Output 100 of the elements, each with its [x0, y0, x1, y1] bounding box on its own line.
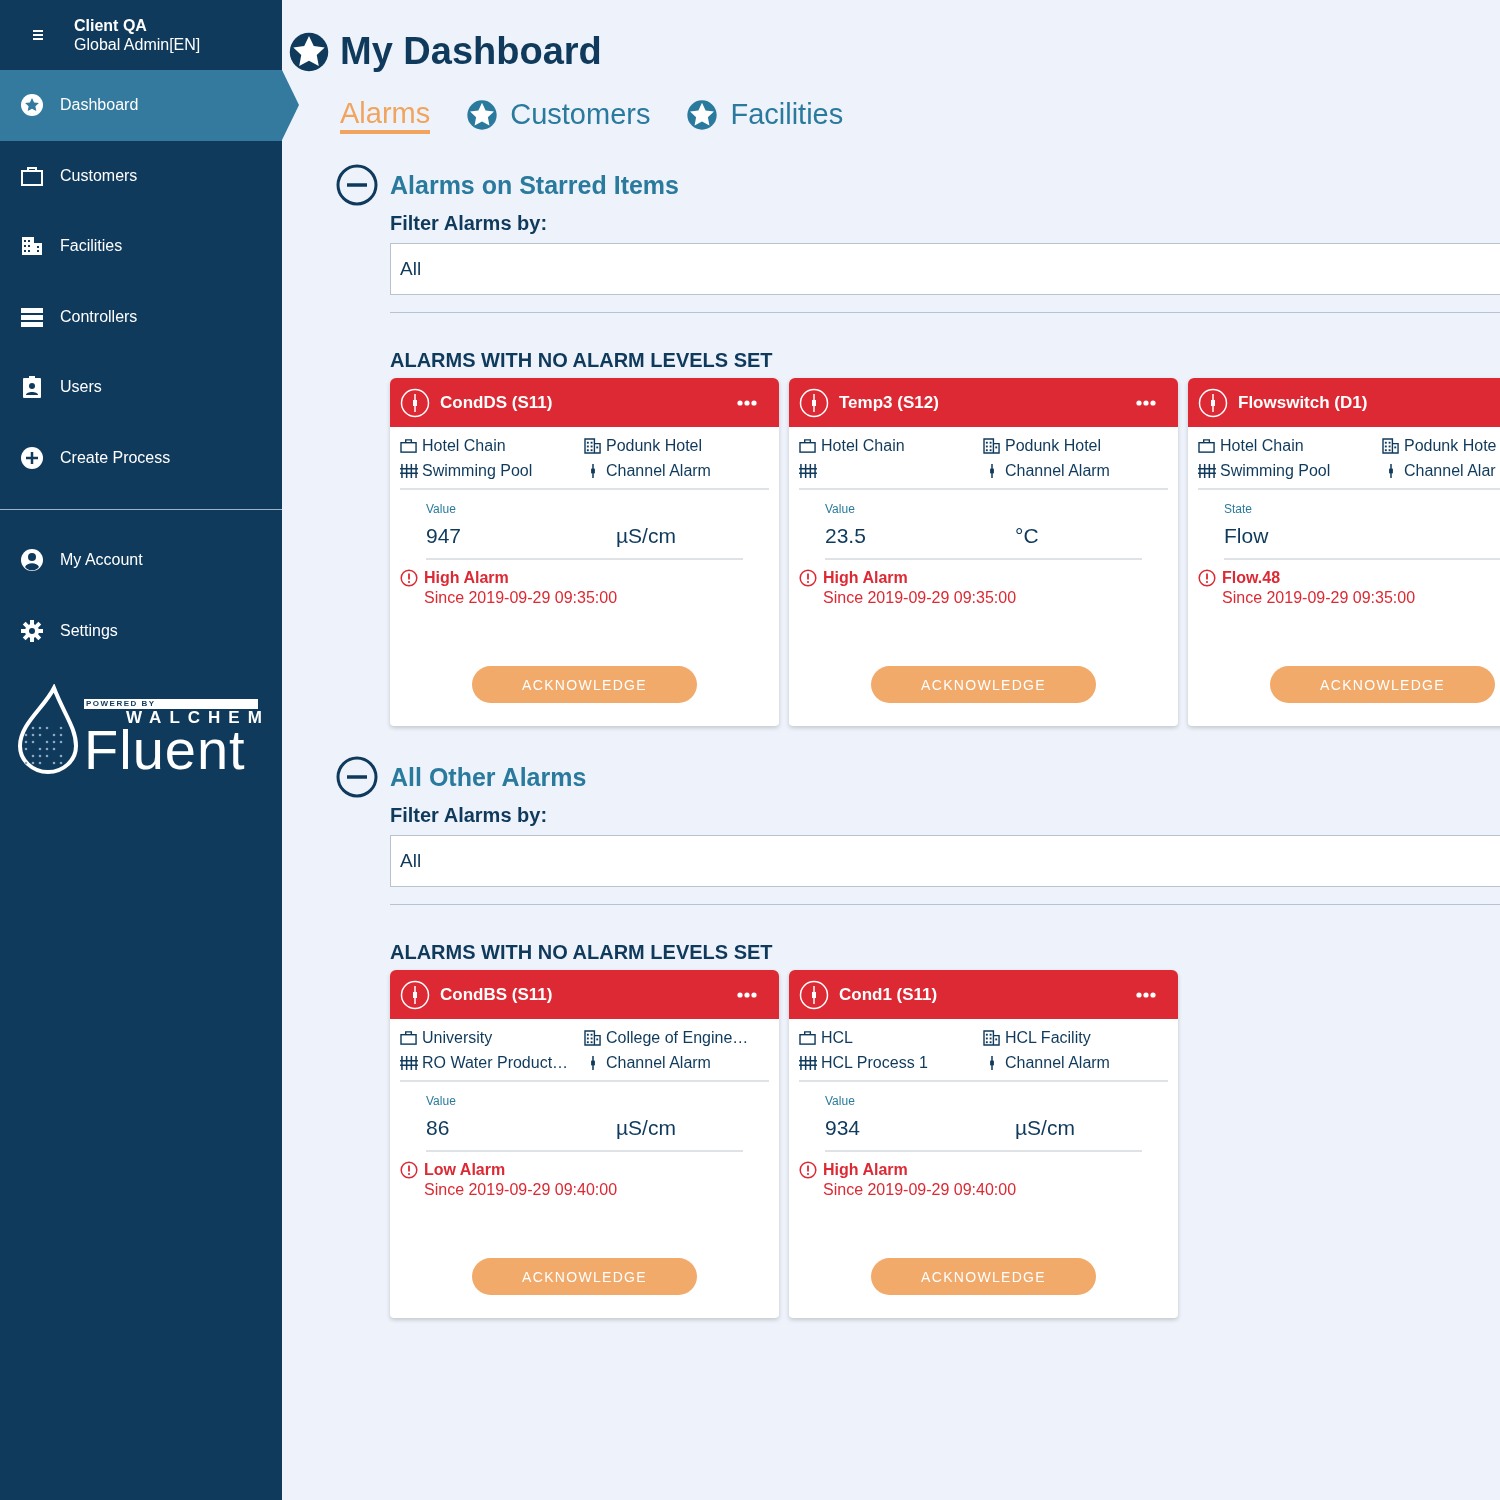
- probe-icon: [989, 462, 995, 479]
- more-icon: [1136, 991, 1156, 998]
- more-button[interactable]: [1134, 397, 1158, 408]
- alarm-type: High Alarm: [823, 568, 909, 588]
- more-icon: [737, 991, 757, 998]
- reading-value: 934: [825, 1116, 862, 1141]
- sliders-icon: [799, 1054, 817, 1071]
- process: Swimming Pool: [422, 461, 533, 480]
- alarm-type: High Alarm: [424, 568, 510, 588]
- channel-type: Channel Alar: [1404, 461, 1496, 480]
- more-button[interactable]: [1134, 989, 1158, 1000]
- page-title: My Dashboard: [340, 30, 602, 73]
- more-icon: [737, 399, 757, 406]
- channel-type: Channel Alarm: [1005, 461, 1110, 480]
- channel-type: Channel Alarm: [1005, 1053, 1110, 1072]
- reading-unit: µS/cm: [616, 524, 676, 549]
- collapse-icon[interactable]: [336, 756, 378, 798]
- process: RO Water Product…: [422, 1053, 569, 1072]
- alarm-type: Low Alarm: [424, 1160, 507, 1180]
- reading-unit: °C: [1015, 524, 1039, 549]
- facility: College of Engine…: [606, 1028, 749, 1047]
- reading-label: State: [1224, 502, 1254, 516]
- sliders-icon: [400, 1054, 418, 1071]
- group-title: ALARMS WITH NO ALARM LEVELS SET: [390, 941, 774, 964]
- facility: Podunk Hote: [1404, 436, 1497, 455]
- section-title: All Other Alarms: [390, 762, 587, 792]
- alarm-time: Since 2019-09-29 09:40:00: [823, 1180, 1017, 1200]
- process: Swimming Pool: [1220, 461, 1331, 480]
- sliders-icon: [400, 462, 418, 479]
- user-icon: [20, 548, 44, 573]
- briefcase-icon: [1198, 437, 1216, 454]
- customer: Hotel Chain: [422, 436, 506, 455]
- alarm-type: High Alarm: [823, 1160, 909, 1180]
- building-icon: [1382, 437, 1400, 454]
- collapse-icon[interactable]: [336, 164, 378, 206]
- facility: Podunk Hotel: [606, 436, 703, 455]
- filter-select[interactable]: All: [390, 243, 1500, 295]
- customer: Hotel Chain: [821, 436, 905, 455]
- plus-icon: [20, 445, 44, 470]
- reading-unit: µS/cm: [616, 1116, 676, 1141]
- more-button[interactable]: [735, 397, 759, 408]
- sidebar-item[interactable]: Controllers: [0, 281, 282, 352]
- probe-icon: [1388, 462, 1394, 479]
- briefcase-icon: [799, 437, 817, 454]
- channel-name: CondDS (S11): [440, 392, 554, 413]
- account-role: Global Admin[EN]: [74, 35, 201, 54]
- probe-icon: [590, 1054, 596, 1071]
- sidebar-item[interactable]: Facilities: [0, 211, 282, 282]
- sliders-icon: [1198, 462, 1216, 479]
- sidebar-item[interactable]: My Account: [0, 525, 282, 596]
- probe-icon: [799, 387, 829, 418]
- more-icon: [1136, 399, 1156, 406]
- probe-icon: [989, 1054, 995, 1071]
- customer: University: [422, 1028, 493, 1047]
- alarm-type: Flow.48: [1222, 568, 1282, 588]
- reading-value: 947: [426, 524, 463, 549]
- channel-name: Temp3 (S12): [839, 392, 940, 413]
- reading-label: Value: [426, 502, 457, 516]
- probe-icon: [1198, 387, 1228, 418]
- tab[interactable]: Facilities: [686, 97, 844, 134]
- sliders-icon: [799, 462, 817, 479]
- reading-value: 23.5: [825, 524, 867, 549]
- logo-brand: WALCHEM: [125, 709, 264, 726]
- building-icon: [584, 437, 602, 454]
- alarm-time: Since 2019-09-29 09:40:00: [424, 1180, 618, 1200]
- sidebar-item[interactable]: Settings: [0, 595, 282, 666]
- briefcase-icon: [799, 1029, 817, 1046]
- probe-icon: [400, 387, 430, 418]
- account-name: Client QA: [74, 16, 148, 35]
- settings-icon: [20, 618, 44, 643]
- customer: HCL: [821, 1028, 853, 1047]
- section-title: Alarms on Starred Items: [390, 170, 679, 200]
- reading-unit: µS/cm: [1015, 1116, 1075, 1141]
- probe-icon: [400, 979, 430, 1010]
- alarm-time: Since 2019-09-29 09:35:00: [424, 588, 618, 608]
- filter-select[interactable]: All: [390, 835, 1500, 887]
- sidebar-item[interactable]: Create Process: [0, 422, 282, 493]
- alarm-time: Since 2019-09-29 09:35:00: [823, 588, 1017, 608]
- probe-icon: [590, 462, 596, 479]
- reading-state: Flow: [1224, 524, 1269, 549]
- alert-icon: [1198, 569, 1216, 587]
- building-icon: [983, 1029, 1001, 1046]
- tab[interactable]: Customers: [466, 97, 651, 134]
- more-button[interactable]: [735, 989, 759, 1000]
- channel-type: Channel Alarm: [606, 461, 711, 480]
- facility: Podunk Hotel: [1005, 436, 1102, 455]
- group-title: ALARMS WITH NO ALARM LEVELS SET: [390, 349, 774, 372]
- alert-icon: [799, 569, 817, 587]
- sidebar-item[interactable]: Customers: [0, 140, 282, 211]
- briefcase-icon: [400, 1029, 418, 1046]
- logo-tagline: POWERED BY: [84, 699, 258, 709]
- alert-icon: [400, 569, 418, 587]
- sidebar-item[interactable]: Users: [0, 352, 282, 423]
- probe-icon: [799, 979, 829, 1010]
- logo-wordmark: Fluent: [84, 726, 246, 774]
- building-icon: [983, 437, 1001, 454]
- alert-icon: [400, 1161, 418, 1179]
- channel-name: CondBS (S11): [440, 984, 554, 1005]
- reading-label: Value: [825, 1094, 856, 1108]
- channel-name: Flowswitch (D1): [1238, 392, 1369, 413]
